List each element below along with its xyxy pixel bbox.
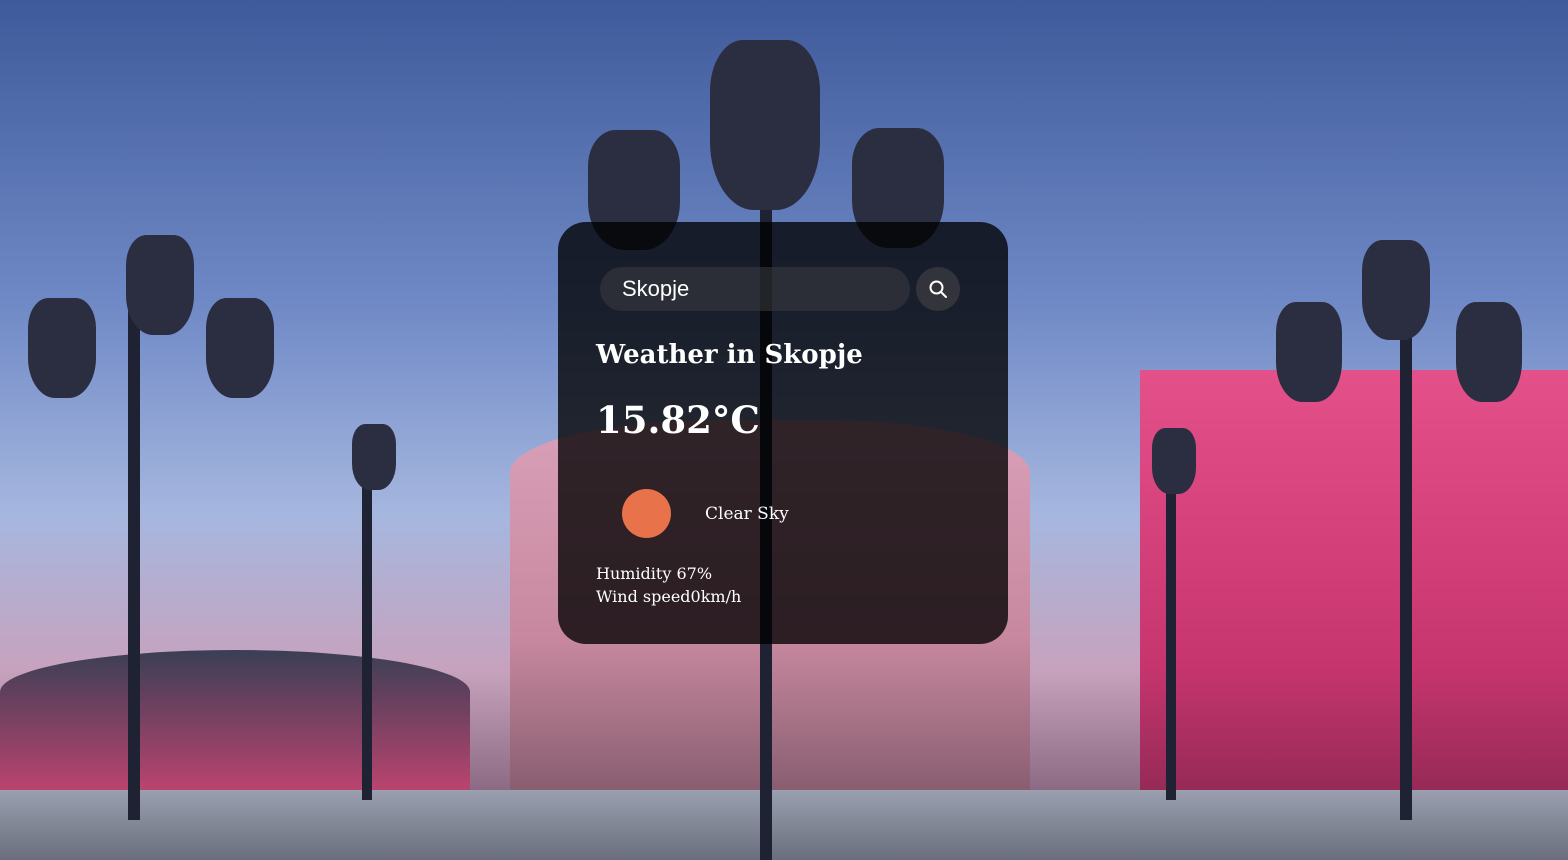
weather-condition: Clear Sky — [622, 489, 789, 538]
background-bridge — [0, 790, 1568, 860]
sun-icon — [622, 489, 671, 538]
weather-details: Humidity 67% Wind speed0km/h — [596, 562, 741, 608]
weather-card: Weather in Skopje 15.82°C Clear Sky Humi… — [558, 222, 1008, 644]
humidity-text: Humidity 67% — [596, 564, 713, 583]
background-lamp — [1456, 302, 1522, 402]
weather-description: Clear Sky — [705, 503, 789, 524]
background-lamp — [1362, 240, 1430, 340]
background-lamp — [206, 298, 274, 398]
city-search-input[interactable] — [600, 267, 910, 311]
search-icon — [929, 280, 947, 298]
background-building-right — [1140, 370, 1568, 860]
background-lamp-pole — [1400, 300, 1412, 820]
wind-speed-text: Wind speed0km/h — [596, 587, 742, 606]
weather-city-title: Weather in Skopje — [596, 340, 863, 370]
search-bar — [600, 267, 960, 311]
background-lamp-pole — [128, 300, 140, 820]
background-lamp — [1276, 302, 1342, 402]
background-lamp — [710, 40, 820, 210]
background-lamp — [28, 298, 96, 398]
background-lamp — [126, 235, 194, 335]
search-button[interactable] — [916, 267, 960, 311]
background-lamp — [352, 424, 396, 490]
temperature-value: 15.82°C — [596, 398, 760, 442]
background-lamp-pole — [1166, 470, 1176, 800]
background-lamp — [1152, 428, 1196, 494]
background-lamp-pole — [362, 470, 372, 800]
